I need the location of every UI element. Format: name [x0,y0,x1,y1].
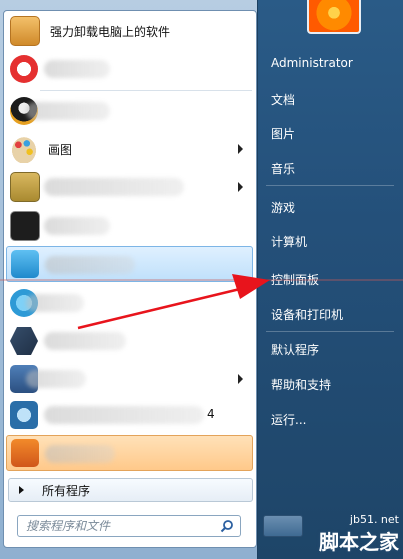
all-programs-label: 所有程序 [42,483,91,498]
right-item-devices-printers[interactable]: 设备和打印机 [262,301,400,327]
program-item-highlighted[interactable] [6,435,253,471]
program-item-blurred[interactable] [6,170,253,204]
program-item-paint[interactable]: 画图 [6,132,253,166]
blurred-label [26,370,86,388]
default-programs-label: 默认程序 [271,342,320,357]
blurred-label [44,60,110,78]
user-name: Administrator [271,56,353,70]
blurred-label [44,406,204,424]
blurred-label [44,332,126,350]
program-item-uninstaller[interactable]: 强力卸载电脑上的软件 [6,14,253,48]
blurred-label [45,445,115,463]
run-label: 运行... [271,412,307,427]
hexagon-app-icon [10,327,38,355]
search-icon[interactable] [220,519,234,533]
right-item-computer[interactable]: 计算机 [262,228,400,254]
program-item-blurred[interactable] [6,324,253,358]
program-label: 强力卸载电脑上的软件 [50,24,171,39]
pdf-icon [11,439,39,467]
user-avatar[interactable] [307,0,361,34]
separator [40,90,252,91]
program-item-selected[interactable] [6,246,253,282]
right-item-user[interactable]: Administrator [262,50,400,76]
separator [266,331,394,332]
app-icon [11,250,39,278]
shutdown-button[interactable] [263,515,303,537]
program-item-blurred[interactable] [6,52,253,86]
all-programs-button[interactable]: 所有程序 [8,478,253,502]
documents-label: 文档 [271,92,296,107]
search-box[interactable] [17,515,241,537]
program-item-blurred[interactable] [6,286,253,320]
blurred-label [26,294,84,312]
right-item-help-support[interactable]: 帮助和支持 [262,371,400,397]
item-suffix: 4 [207,407,215,421]
computer-label: 计算机 [271,234,308,249]
blurred-label [44,178,184,196]
games-label: 游戏 [271,200,296,215]
pictures-label: 图片 [271,126,296,141]
right-item-pictures[interactable]: 图片 [262,120,400,146]
program-label: 画图 [48,142,73,157]
program-item-blurred[interactable] [6,94,253,128]
help-support-label: 帮助和支持 [271,377,332,392]
blurred-label [45,256,135,274]
blurred-label [26,102,110,120]
right-item-games[interactable]: 游戏 [262,194,400,220]
blurred-label [44,217,110,235]
separator [266,185,394,186]
search-input[interactable] [24,516,218,536]
submenu-arrow-icon[interactable] [238,144,243,154]
app-icon [10,401,38,429]
right-item-default-programs[interactable]: 默认程序 [262,336,400,362]
program-item-blurred[interactable] [6,362,253,396]
program-item-blurred[interactable]: 4 [6,398,253,432]
devices-printers-label: 设备和打印机 [271,307,344,322]
uninstaller-icon [10,16,40,46]
paint-palette-icon [10,135,38,163]
right-item-control-panel[interactable]: 控制面板 [262,266,400,292]
submenu-arrow-icon[interactable] [238,182,243,192]
program-item-blurred[interactable] [6,209,253,243]
play-arrow-icon [19,486,24,494]
music-label: 音乐 [271,161,296,176]
app-icon [10,55,38,83]
right-item-documents[interactable]: 文档 [262,86,400,112]
control-panel-label: 控制面板 [271,272,320,287]
right-item-music[interactable]: 音乐 [262,155,400,181]
submenu-arrow-icon[interactable] [238,374,243,384]
folder-icon [10,172,40,202]
right-item-run[interactable]: 运行... [262,406,400,432]
terminal-icon [10,211,40,241]
